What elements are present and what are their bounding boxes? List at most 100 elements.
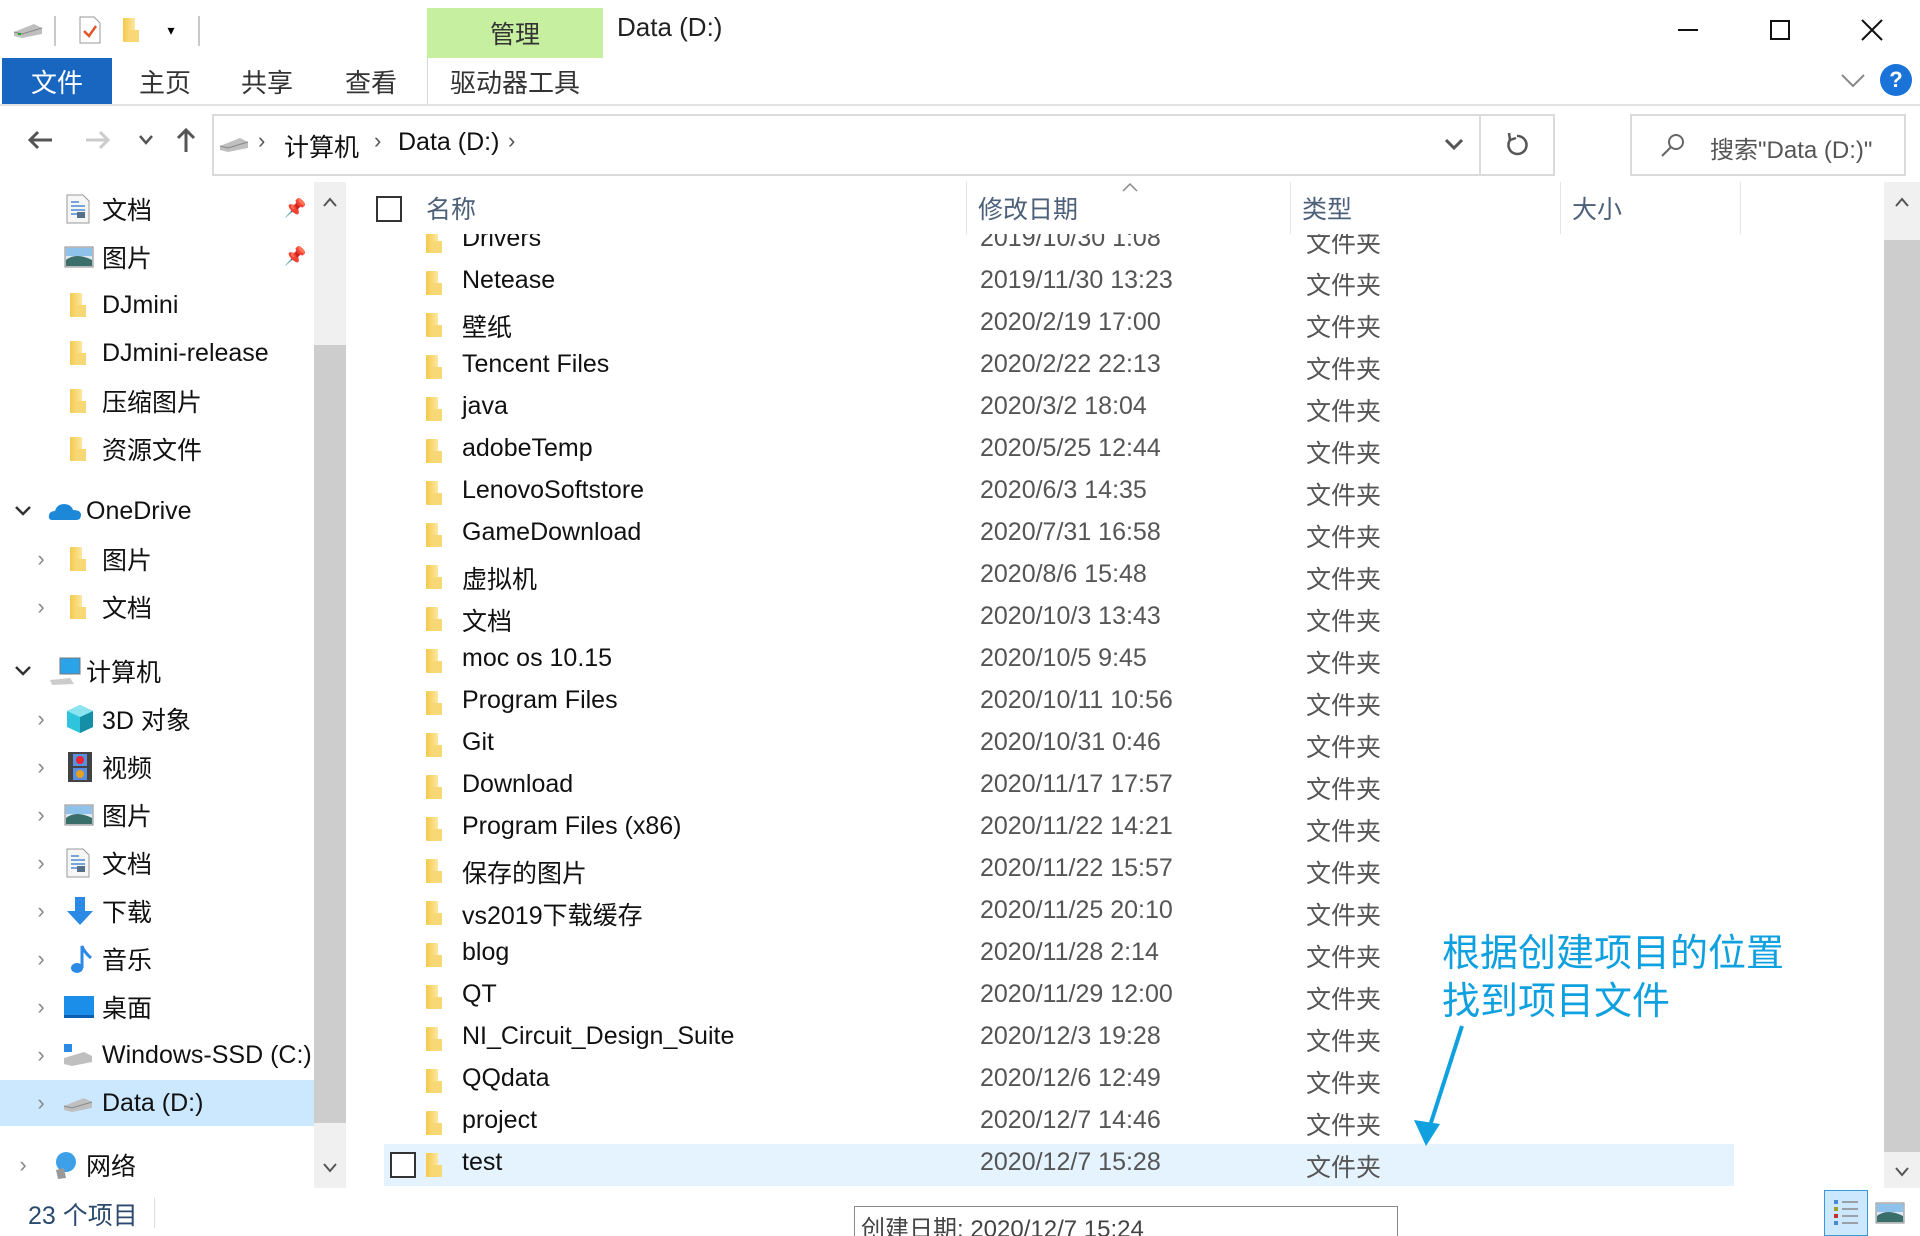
file-row[interactable]: Tencent Files 2020/2/22 22:13 文件夹 (384, 346, 1734, 388)
file-name[interactable]: 保存的图片 (462, 854, 587, 890)
chevron-right-icon[interactable]: › (30, 888, 52, 934)
file-row[interactable]: moc os 10.15 2020/10/5 9:45 文件夹 (384, 640, 1734, 682)
expand-ribbon-button[interactable] (1838, 66, 1868, 96)
file-name[interactable]: Tencent Files (462, 350, 609, 379)
sidebar-scrollbar[interactable] (314, 182, 346, 1188)
sidebar-item-desktop[interactable]: › 桌面 (0, 984, 314, 1030)
select-all-checkbox[interactable] (376, 196, 402, 222)
file-name[interactable]: Program Files (462, 686, 618, 715)
file-name[interactable]: NI_Circuit_Design_Suite (462, 1022, 734, 1051)
scroll-down-button[interactable] (1884, 1152, 1920, 1192)
row-checkbox[interactable] (390, 1152, 416, 1178)
chevron-right-icon[interactable]: › (30, 936, 52, 982)
up-button[interactable] (166, 120, 206, 160)
file-name[interactable]: Netease (462, 266, 555, 295)
file-name[interactable]: 虚拟机 (462, 560, 537, 596)
sidebar-item-quick-documents[interactable]: 文档 📌 (0, 186, 314, 232)
sidebar-item-downloads[interactable]: › 下载 (0, 888, 314, 934)
address-history-dropdown[interactable] (1429, 116, 1479, 174)
scroll-down-button[interactable] (314, 1148, 346, 1188)
breadcrumb-data-drive[interactable]: Data (D:) (398, 128, 499, 157)
minimize-button[interactable] (1648, 6, 1728, 54)
sidebar-item-compressed-images[interactable]: 压缩图片 (0, 378, 314, 424)
chevron-right-icon[interactable]: › (30, 1032, 52, 1078)
file-row[interactable]: 虚拟机 2020/8/6 15:48 文件夹 (384, 556, 1734, 598)
chevron-right-icon[interactable]: › (30, 584, 52, 630)
manage-tab[interactable]: 管理 (427, 8, 603, 58)
drive-icon[interactable] (10, 14, 46, 46)
sidebar-item-djmini[interactable]: DJmini (0, 282, 314, 328)
file-name[interactable]: LenovoSoftstore (462, 476, 644, 505)
tab-drive-tools[interactable]: 驱动器工具 (440, 58, 590, 104)
sidebar-item-resource-files[interactable]: 资源文件 (0, 426, 314, 472)
tab-share[interactable]: 共享 (222, 58, 312, 104)
tab-home[interactable]: 主页 (120, 58, 210, 104)
file-row[interactable]: Download 2020/11/17 17:57 文件夹 (384, 766, 1734, 808)
file-row[interactable]: vs2019下载缓存 2020/11/25 20:10 文件夹 (384, 892, 1734, 934)
pin-icon[interactable]: 📌 (284, 198, 306, 220)
recent-locations-button[interactable] (126, 120, 166, 160)
sidebar-item-network[interactable]: › 网络 (0, 1142, 314, 1188)
column-header-size[interactable]: 大小 (1572, 190, 1622, 226)
sidebar-item-pictures[interactable]: › 图片 (0, 792, 314, 838)
file-name[interactable]: blog (462, 938, 509, 967)
maximize-button[interactable] (1740, 6, 1820, 54)
details-view-button[interactable] (1824, 1190, 1868, 1236)
chevron-right-icon[interactable]: › (30, 696, 52, 742)
scroll-up-button[interactable] (314, 182, 346, 222)
chevron-right-icon[interactable]: › (30, 744, 52, 790)
column-divider[interactable] (1290, 182, 1291, 234)
file-row[interactable]: Git 2020/10/31 0:46 文件夹 (384, 724, 1734, 766)
back-button[interactable] (20, 120, 60, 160)
file-row[interactable]: java 2020/3/2 18:04 文件夹 (384, 388, 1734, 430)
file-row[interactable]: Drivers 2019/10/30 1:08 文件夹 (384, 234, 1734, 262)
file-name[interactable]: java (462, 392, 508, 421)
file-name[interactable]: vs2019下载缓存 (462, 896, 643, 932)
address-bar[interactable]: › 计算机 › Data (D:) › (212, 114, 1555, 176)
sidebar-item-computer[interactable]: 计算机 (0, 648, 314, 694)
sidebar-item-3d-objects[interactable]: › 3D 对象 (0, 696, 314, 742)
column-divider[interactable] (1740, 182, 1741, 234)
help-button[interactable]: ? (1880, 64, 1912, 96)
chevron-down-icon[interactable] (12, 648, 34, 694)
file-row[interactable]: Program Files (x86) 2020/11/22 14:21 文件夹 (384, 808, 1734, 850)
chevron-right-icon[interactable]: › (30, 1080, 52, 1126)
column-header-modified[interactable]: 修改日期 (978, 190, 1078, 226)
file-row[interactable]: 壁纸 2020/2/19 17:00 文件夹 (384, 304, 1734, 346)
chevron-right-icon[interactable]: › (30, 792, 52, 838)
sidebar-item-onedrive[interactable]: OneDrive (0, 488, 314, 534)
file-name[interactable]: GameDownload (462, 518, 641, 547)
breadcrumb-separator[interactable]: › (258, 128, 265, 154)
sidebar-item-djmini-release[interactable]: DJmini-release (0, 330, 314, 376)
scroll-up-button[interactable] (1884, 182, 1920, 222)
scrollbar-thumb[interactable] (1884, 240, 1920, 1152)
customize-quick-access-icon[interactable]: ▾ (160, 14, 182, 46)
file-row[interactable]: Netease 2019/11/30 13:23 文件夹 (384, 262, 1734, 304)
file-row[interactable]: QQdata 2020/12/6 12:49 文件夹 (384, 1060, 1734, 1102)
file-list-scrollbar[interactable] (1884, 182, 1920, 1188)
sidebar-item-music[interactable]: › 音乐 (0, 936, 314, 982)
properties-icon[interactable] (76, 14, 104, 46)
file-name[interactable]: Drivers (462, 234, 541, 253)
file-row[interactable]: test 2020/12/7 15:28 文件夹 (384, 1144, 1734, 1186)
file-row[interactable]: LenovoSoftstore 2020/6/3 14:35 文件夹 (384, 472, 1734, 514)
breadcrumb-separator[interactable]: › (508, 128, 515, 154)
sidebar-item-videos[interactable]: › 视频 (0, 744, 314, 790)
column-header-type[interactable]: 类型 (1302, 190, 1352, 226)
sidebar-item-quick-pictures[interactable]: 图片 📌 (0, 234, 314, 280)
file-name[interactable]: QT (462, 980, 497, 1009)
file-name[interactable]: 壁纸 (462, 308, 512, 344)
file-name[interactable]: adobeTemp (462, 434, 593, 463)
file-name[interactable]: 文档 (462, 602, 512, 638)
breadcrumb-computer[interactable]: 计算机 (284, 128, 359, 164)
large-icons-view-button[interactable] (1868, 1190, 1912, 1236)
chevron-right-icon[interactable]: › (12, 1142, 34, 1188)
file-name[interactable]: moc os 10.15 (462, 644, 612, 673)
file-name[interactable]: Git (462, 728, 494, 757)
chevron-right-icon[interactable]: › (30, 536, 52, 582)
sidebar-item-data-drive[interactable]: › Data (D:) (0, 1080, 314, 1126)
tab-file[interactable]: 文件 (2, 58, 112, 104)
chevron-right-icon[interactable]: › (30, 840, 52, 886)
file-row[interactable]: adobeTemp 2020/5/25 12:44 文件夹 (384, 430, 1734, 472)
tab-view[interactable]: 查看 (326, 58, 416, 104)
